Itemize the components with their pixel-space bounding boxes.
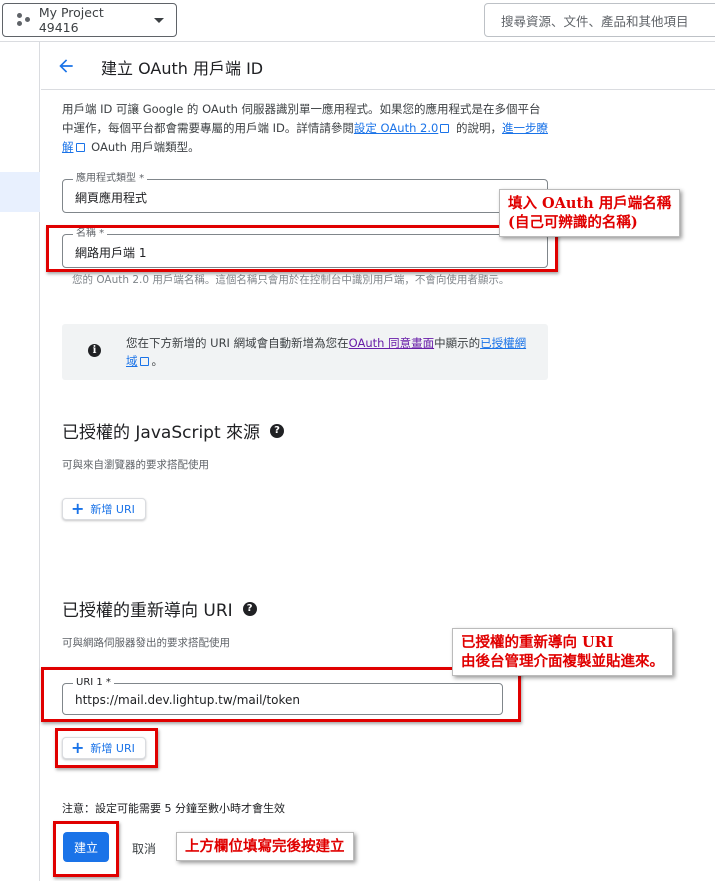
page-header: 建立 OAuth 用戶端 ID (41, 42, 715, 90)
plus-icon: + (71, 499, 85, 518)
name-helper-text: 您的 OAuth 2.0 用戶端名稱。這個名稱只會用於在控制台中識別用戶端，不會… (72, 274, 510, 286)
setup-oauth-link[interactable]: 設定 OAuth 2.0 (354, 121, 438, 135)
info-icon: i (88, 344, 101, 357)
chevron-down-icon (154, 17, 164, 23)
js-origins-subtitle: 可與來自瀏覽器的要求搭配使用 (62, 459, 209, 471)
annotation-redirect: 已授權的重新導向 URI 由後台管理介面複製並貼進來。 (452, 628, 673, 676)
page-title: 建立 OAuth 用戶端 ID (101, 59, 264, 78)
annotation-box-name (46, 225, 558, 272)
annotation-box-add-uri (55, 728, 158, 768)
project-icon (17, 13, 31, 27)
redirect-uris-title: 已授權的重新導向 URI ? (62, 596, 257, 621)
propagation-note: 注意：設定可能需要 5 分鐘至數小時才會生效 (62, 802, 285, 815)
info-banner: i 您在下方新增的 URI 網域會自動新增為您在OAuth 同意畫面中顯示的已授… (62, 324, 548, 380)
project-picker[interactable]: My Project 49416 (2, 3, 177, 37)
help-icon[interactable]: ? (270, 423, 285, 438)
annotation-box-create (53, 821, 119, 877)
top-bar: My Project 49416 搜尋資源、文件、產品和其他項目 (0, 0, 715, 42)
consent-screen-link[interactable]: OAuth 同意畫面 (349, 336, 434, 350)
search-placeholder: 搜尋資源、文件、產品和其他項目 (501, 13, 689, 29)
left-nav-rail (0, 42, 40, 881)
search-input[interactable]: 搜尋資源、文件、產品和其他項目 (484, 3, 715, 37)
external-link-icon (139, 357, 149, 366)
redirect-uris-subtitle: 可與網路伺服器發出的要求搭配使用 (62, 637, 230, 649)
js-origins-title: 已授權的 JavaScript 來源 ? (62, 418, 285, 443)
back-arrow-icon[interactable] (56, 56, 76, 76)
external-link-icon (75, 143, 85, 152)
help-icon[interactable]: ? (242, 601, 257, 616)
add-js-origin-button[interactable]: + 新增 URI (62, 498, 146, 520)
annotation-name: 填入 OAuth 用戶端名稱 (自己可辨識的名稱) (499, 189, 681, 237)
external-link-icon (440, 124, 450, 133)
app-type-select[interactable]: 應用程式類型 * 網頁應用程式 (62, 173, 548, 213)
intro-text: 用戶端 ID 可讓 Google 的 OAuth 伺服器識別單一應用程式。如果您… (62, 102, 548, 154)
nav-item-active[interactable] (0, 172, 40, 212)
annotation-box-redirect (41, 667, 521, 722)
cancel-button[interactable]: 取消 (132, 840, 156, 857)
project-name: My Project 49416 (38, 5, 104, 35)
annotation-create: 上方欄位填寫完後按建立 (176, 832, 354, 861)
